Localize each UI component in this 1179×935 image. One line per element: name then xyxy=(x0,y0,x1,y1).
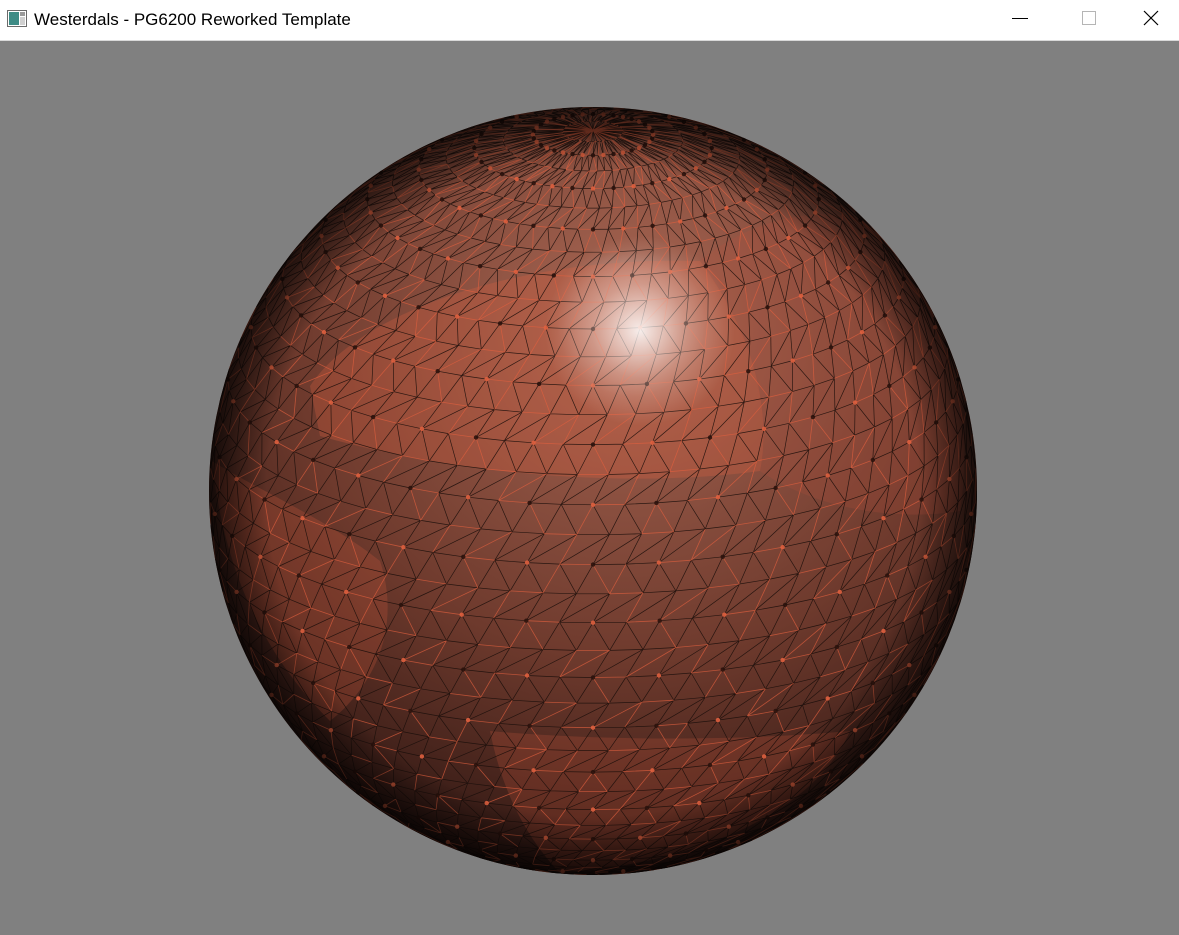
maximize-icon xyxy=(1080,9,1098,32)
maximize-button[interactable] xyxy=(1054,0,1123,40)
minimize-icon xyxy=(1011,9,1029,32)
minimize-button[interactable] xyxy=(985,0,1054,40)
sphere-rim xyxy=(209,107,977,875)
wireframe-sphere xyxy=(209,107,977,875)
render-canvas xyxy=(209,107,977,875)
app-window-icon[interactable] xyxy=(7,10,27,27)
title-bar[interactable]: Westerdals - PG6200 Reworked Template xyxy=(0,0,1179,41)
app-window: Westerdals - PG6200 Reworked Template xyxy=(0,0,1179,935)
close-icon xyxy=(1142,9,1160,32)
close-button[interactable] xyxy=(1123,0,1179,40)
render-viewport[interactable] xyxy=(0,41,1179,935)
window-title: Westerdals - PG6200 Reworked Template xyxy=(34,10,351,29)
